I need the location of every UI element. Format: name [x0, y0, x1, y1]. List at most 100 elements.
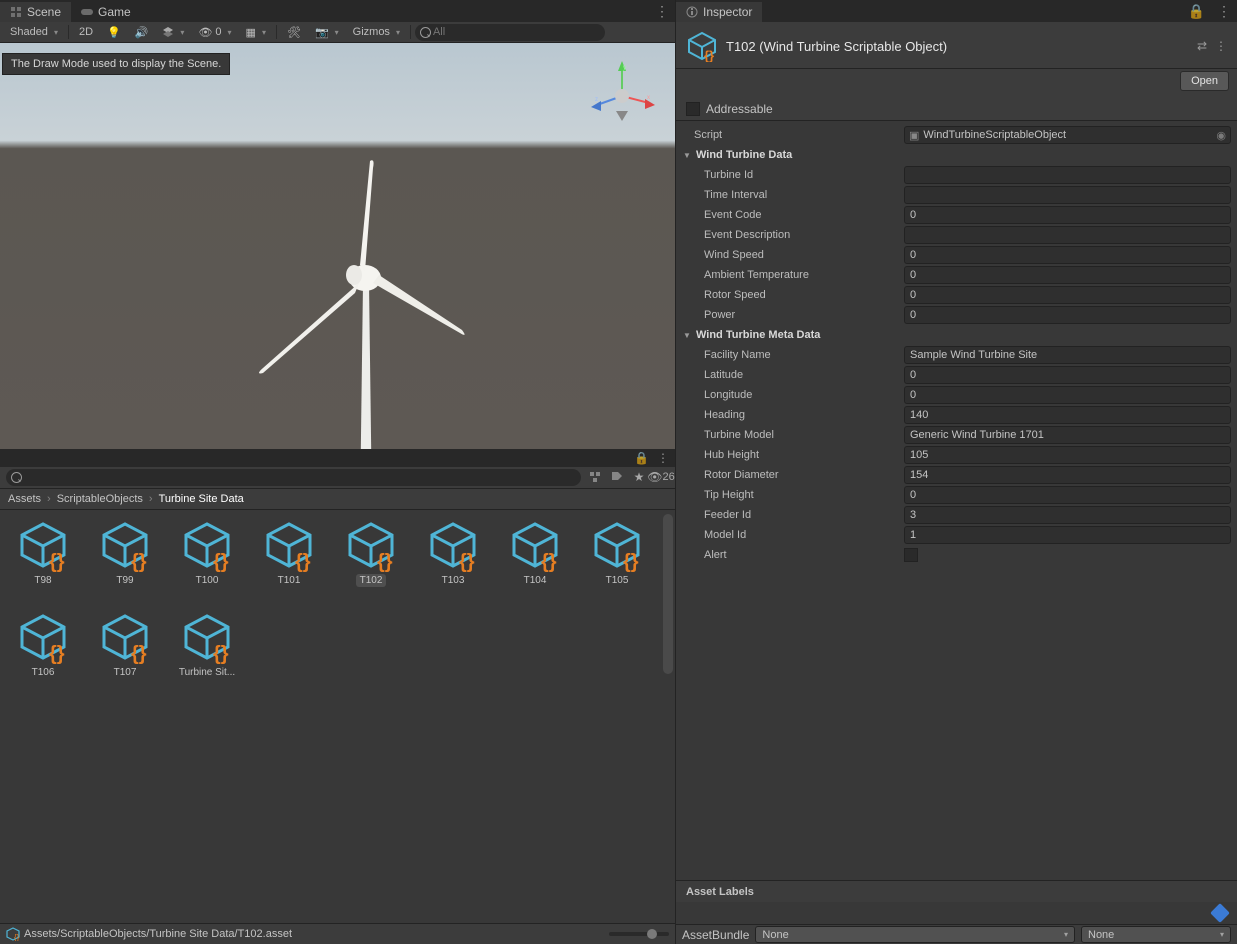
btn-hidden[interactable]: 👁0 — [192, 24, 237, 41]
property-label: Wind Speed — [682, 249, 900, 261]
btn-camera[interactable]: 📷 — [309, 24, 345, 41]
scene-search-input[interactable] — [415, 24, 605, 41]
property-input[interactable] — [904, 246, 1231, 264]
tab-game[interactable]: Game — [71, 1, 141, 22]
scriptable-icon: {} — [426, 518, 480, 572]
breadcrumb-assets[interactable]: Assets — [8, 493, 41, 505]
property-input[interactable] — [904, 226, 1231, 244]
asset-item[interactable]: {}T98 — [4, 514, 82, 602]
asset-label: T106 — [28, 666, 59, 679]
property-label: Turbine Id — [682, 169, 900, 181]
gizmos-dropdown[interactable]: Gizmos — [347, 24, 406, 40]
group-wind-turbine-metadata[interactable]: ▼Wind Turbine Meta Data — [682, 325, 1231, 345]
property-input[interactable] — [904, 366, 1231, 384]
object-picker-icon[interactable]: ◉ — [1216, 129, 1226, 142]
asset-item[interactable]: {}T102 — [332, 514, 410, 602]
assetbundle-dropdown[interactable]: None — [755, 926, 1075, 943]
search-by-type-icon[interactable] — [587, 469, 603, 485]
btn-grid[interactable]: ▦ — [240, 24, 272, 41]
search-by-label-icon[interactable] — [609, 469, 625, 485]
asset-item[interactable]: {}T104 — [496, 514, 574, 602]
thumbnail-size-slider[interactable] — [609, 932, 669, 936]
inspector-lock-icon[interactable]: 🔒 — [1182, 3, 1211, 20]
favorite-icon[interactable]: ★ — [631, 469, 647, 485]
tooltip: The Draw Mode used to display the Scene. — [2, 53, 230, 75]
svg-text:{}: {} — [131, 643, 147, 664]
assetbundle-variant-dropdown[interactable]: None — [1081, 926, 1231, 943]
foldout-icon: ▼ — [682, 151, 692, 160]
property-input[interactable] — [904, 466, 1231, 484]
property-label: Feeder Id — [682, 509, 900, 521]
breadcrumb-scriptable[interactable]: ScriptableObjects — [57, 493, 143, 505]
property-input[interactable] — [904, 346, 1231, 364]
property-label: Rotor Diameter — [682, 469, 900, 481]
project-scrollbar[interactable] — [663, 514, 673, 674]
tab-scene[interactable]: Scene — [0, 1, 71, 22]
asset-item[interactable]: {}Turbine Sit... — [168, 606, 246, 694]
inspector-header-menu[interactable]: ⋮ — [1215, 39, 1227, 53]
btn-tools[interactable]: 🛠 — [281, 24, 307, 41]
property-input[interactable] — [904, 266, 1231, 284]
asset-item[interactable]: {}T100 — [168, 514, 246, 602]
property-input[interactable] — [904, 186, 1231, 204]
breadcrumb-current[interactable]: Turbine Site Data — [159, 493, 244, 505]
add-label-icon[interactable] — [1210, 903, 1230, 923]
inspector-header: {} T102 (Wind Turbine Scriptable Object)… — [676, 22, 1237, 69]
property-input[interactable] — [904, 306, 1231, 324]
asset-item[interactable]: {} T106 — [4, 606, 82, 694]
svg-text:y: y — [623, 65, 626, 71]
tab-scene-label: Scene — [27, 5, 61, 19]
asset-item[interactable]: {}T101 — [250, 514, 328, 602]
scriptable-icon: {} — [590, 518, 644, 572]
speaker-icon: 🔊 — [135, 26, 149, 39]
tab-context-menu[interactable]: ⋮ — [649, 3, 675, 20]
hidden-count[interactable]: 👁26 — [653, 469, 669, 485]
svg-text:{}: {} — [14, 933, 20, 941]
preset-icon[interactable]: ⇄ — [1197, 39, 1207, 53]
asset-labels-header[interactable]: Asset Labels — [676, 880, 1237, 902]
eye-slash-icon: 👁 — [198, 26, 212, 39]
asset-label: T105 — [602, 574, 633, 587]
property-input[interactable] — [904, 406, 1231, 424]
property-input[interactable] — [904, 446, 1231, 464]
property-input[interactable] — [904, 486, 1231, 504]
btn-2d[interactable]: 2D — [73, 24, 99, 40]
group-wind-turbine-data[interactable]: ▼Wind Turbine Data — [682, 145, 1231, 165]
scriptable-icon: {} — [16, 610, 70, 664]
scene-search[interactable] — [415, 24, 605, 41]
property-input[interactable] — [904, 286, 1231, 304]
property-input[interactable] — [904, 206, 1231, 224]
assets-grid[interactable]: {}T98{}T99{}T100{}T101{}T102{}T103{}T104… — [0, 510, 675, 924]
btn-fx[interactable] — [156, 24, 190, 40]
svg-text:{}: {} — [295, 551, 311, 572]
lock-icon[interactable]: 🔒 — [634, 451, 649, 465]
asset-item[interactable]: {}T99 — [86, 514, 164, 602]
property-label: Event Code — [682, 209, 900, 221]
project-search-input[interactable] — [6, 469, 581, 486]
alert-checkbox[interactable] — [904, 548, 918, 562]
property-label: Latitude — [682, 369, 900, 381]
addressable-checkbox[interactable] — [686, 102, 700, 116]
tab-inspector[interactable]: Inspector — [676, 1, 762, 22]
btn-lighting[interactable]: 💡 — [101, 24, 127, 41]
asset-item[interactable]: {} T105 — [578, 514, 656, 602]
property-input[interactable] — [904, 386, 1231, 404]
shading-mode-dropdown[interactable]: Shaded — [4, 24, 64, 40]
property-input[interactable] — [904, 426, 1231, 444]
inspector-context-menu[interactable]: ⋮ — [1211, 3, 1237, 20]
btn-audio[interactable]: 🔊 — [129, 24, 155, 41]
property-input[interactable] — [904, 506, 1231, 524]
scene-viewport[interactable]: The Draw Mode used to display the Scene.… — [0, 43, 675, 449]
property-input[interactable] — [904, 526, 1231, 544]
property-label: Power — [682, 309, 900, 321]
scriptable-object-icon[interactable]: {} — [686, 30, 718, 62]
orientation-gizmo[interactable]: y x z — [587, 61, 657, 131]
asset-item[interactable]: {}T103 — [414, 514, 492, 602]
open-button[interactable]: Open — [1180, 71, 1229, 91]
script-field[interactable]: ▣WindTurbineScriptableObject◉ — [904, 126, 1231, 144]
scene-icon — [10, 6, 22, 18]
grid-icon: ▦ — [246, 26, 256, 39]
property-input[interactable] — [904, 166, 1231, 184]
project-context-menu[interactable]: ⋮ — [657, 451, 669, 465]
asset-item[interactable]: {}T107 — [86, 606, 164, 694]
